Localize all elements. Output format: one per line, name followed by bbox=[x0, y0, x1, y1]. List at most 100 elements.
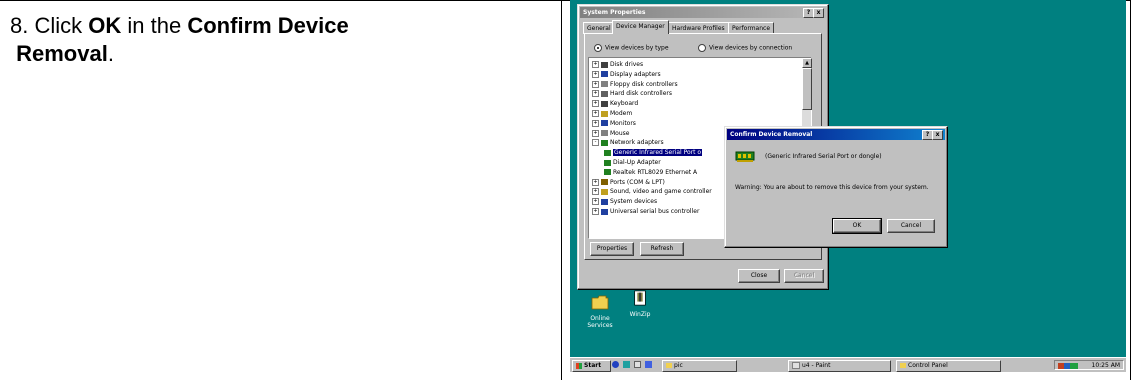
device-tree-item[interactable]: + Universal serial bus controller bbox=[592, 208, 699, 216]
expand-icon[interactable]: + bbox=[592, 61, 599, 68]
device-tree-label: Keyboard bbox=[610, 100, 639, 108]
instruction-dialog-term-1: Confirm Device bbox=[187, 13, 349, 38]
device-tree-item[interactable]: Realtek RTL8029 Ethernet A bbox=[604, 169, 697, 177]
network-card-icon bbox=[735, 151, 755, 162]
device-icon bbox=[601, 110, 608, 117]
cancel-button[interactable]: Cancel bbox=[784, 269, 824, 283]
device-tree-label: Display adapters bbox=[610, 70, 661, 78]
expand-icon[interactable]: + bbox=[592, 80, 599, 88]
device-tree-label: Sound, video and game controller bbox=[610, 188, 712, 196]
device-icon bbox=[601, 100, 608, 107]
desktop-icon-winzip[interactable]: WinZip bbox=[620, 290, 660, 318]
taskbar-task-paint[interactable]: u4 - Paint bbox=[788, 360, 891, 372]
device-tree-label: Disk drives bbox=[610, 61, 644, 68]
dialog-cancel-button[interactable]: Cancel bbox=[887, 219, 935, 233]
winzip-icon bbox=[634, 290, 646, 306]
device-tree-item[interactable]: + Modem bbox=[592, 110, 632, 118]
instruction-part2: in the bbox=[127, 13, 182, 38]
expand-icon[interactable]: + bbox=[592, 100, 599, 108]
start-label: Start bbox=[584, 362, 602, 369]
system-properties-title: System Properties bbox=[583, 9, 646, 16]
device-tree-label: Dial-Up Adapter bbox=[613, 159, 661, 166]
refresh-button[interactable]: Refresh bbox=[640, 242, 684, 256]
device-icon bbox=[601, 208, 608, 215]
screenshot-desktop: System Properties ? x General Device Man… bbox=[570, 0, 1126, 372]
winzip-label: WinZip bbox=[629, 311, 651, 318]
expand-icon[interactable]: + bbox=[592, 208, 599, 215]
device-icon bbox=[601, 130, 608, 137]
expand-icon[interactable]: + bbox=[592, 129, 599, 137]
device-tree-item[interactable]: + Hard disk controllers bbox=[592, 90, 672, 98]
start-button[interactable]: Start bbox=[572, 360, 611, 372]
device-tree-item[interactable]: + Ports (COM & LPT) bbox=[592, 178, 665, 187]
device-tree-item[interactable]: - Network adapters bbox=[592, 139, 664, 147]
device-tree-item[interactable]: + Disk drives bbox=[592, 61, 643, 69]
device-tree-item[interactable]: + Mouse bbox=[592, 129, 629, 138]
expand-icon[interactable]: + bbox=[592, 188, 599, 196]
taskbar: Start pic u4 - Paint Control Panel 10:25… bbox=[570, 357, 1126, 372]
quick-launch-icons bbox=[612, 361, 658, 369]
system-properties-titlebar: System Properties ? x bbox=[580, 7, 826, 18]
device-tree-item[interactable]: + Display adapters bbox=[592, 70, 661, 79]
radio-unselected-icon bbox=[698, 44, 706, 52]
instruction-text: 8. Click OK in the Confirm Device Remova… bbox=[10, 12, 530, 68]
explorer-icon[interactable] bbox=[623, 361, 630, 368]
device-tree-item[interactable]: + System devices bbox=[592, 198, 657, 206]
device-name-text: Generic Infrared Serial Port or dongle bbox=[767, 153, 880, 160]
device-tree-label: Network adapters bbox=[610, 139, 664, 147]
system-tray: 10:25 AM bbox=[1054, 360, 1124, 370]
close-icon[interactable]: x bbox=[813, 8, 824, 18]
close-icon[interactable]: x bbox=[932, 130, 943, 140]
device-tree-item[interactable]: + Keyboard bbox=[592, 100, 638, 108]
device-icon bbox=[601, 120, 608, 127]
document-table: 8. Click OK in the Confirm Device Remova… bbox=[0, 0, 1131, 380]
control-panel-icon bbox=[900, 363, 906, 368]
windows-logo-icon bbox=[576, 362, 582, 369]
device-tree-item[interactable]: Generic Infrared Serial Port o bbox=[604, 149, 703, 157]
ok-button[interactable]: OK bbox=[832, 218, 882, 234]
scroll-up-arrow-icon[interactable]: ▲ bbox=[802, 58, 812, 68]
device-tree-item[interactable]: + Sound, video and game controller bbox=[592, 188, 712, 196]
device-tree-item[interactable]: Dial-Up Adapter bbox=[604, 159, 661, 167]
step-number: 8. bbox=[10, 13, 29, 38]
view-by-connection-label: View devices by connection bbox=[709, 44, 793, 52]
tray-icons[interactable] bbox=[1058, 363, 1078, 369]
browser-icon[interactable] bbox=[612, 361, 619, 368]
taskbar-task-control-panel[interactable]: Control Panel bbox=[896, 360, 1001, 372]
taskbar-task-pic[interactable]: pic bbox=[662, 360, 737, 372]
expand-icon[interactable]: + bbox=[592, 178, 599, 186]
clock[interactable]: 10:25 AM bbox=[1092, 362, 1120, 369]
expand-icon[interactable]: + bbox=[592, 198, 599, 206]
device-icon bbox=[604, 169, 611, 176]
device-tree-label: Generic Infrared Serial Port o bbox=[613, 149, 703, 157]
desktop-icon-online-services[interactable]: Online Services bbox=[580, 294, 620, 329]
confirm-device-removal-dialog: Confirm Device Removal ? x (Generic Infr… bbox=[724, 126, 948, 248]
scroll-thumb[interactable] bbox=[802, 68, 812, 110]
collapse-icon[interactable]: - bbox=[592, 139, 599, 147]
tab-device-manager[interactable]: Device Manager bbox=[612, 20, 669, 34]
confirm-warning-text: Warning: You are about to remove this de… bbox=[735, 184, 929, 191]
device-tree-label: Modem bbox=[610, 110, 633, 117]
folder-small-icon bbox=[666, 363, 672, 368]
table-column-divider bbox=[561, 0, 562, 380]
close-button[interactable]: Close bbox=[738, 269, 780, 283]
device-icon bbox=[601, 61, 608, 68]
device-tree-label: Universal serial bus controller bbox=[610, 208, 700, 215]
instruction-dialog-term-2: Removal bbox=[16, 41, 108, 66]
expand-icon[interactable]: + bbox=[592, 119, 599, 127]
device-tree-item[interactable]: + Monitors bbox=[592, 119, 636, 128]
device-tree-label: Floppy disk controllers bbox=[610, 80, 678, 88]
expand-icon[interactable]: + bbox=[592, 110, 599, 117]
expand-icon[interactable]: + bbox=[592, 70, 599, 78]
device-tree-item[interactable]: + Floppy disk controllers bbox=[592, 80, 678, 89]
properties-button[interactable]: Properties bbox=[590, 242, 634, 256]
expand-icon[interactable]: + bbox=[592, 90, 599, 98]
device-tree-label: System devices bbox=[610, 198, 658, 206]
view-by-type-radio[interactable]: View devices by type bbox=[594, 44, 669, 52]
task-pic-label: pic bbox=[674, 362, 683, 369]
email-icon[interactable] bbox=[634, 361, 641, 368]
channels-icon[interactable] bbox=[645, 361, 652, 368]
instruction-part1: Click bbox=[34, 13, 83, 38]
view-by-connection-radio[interactable]: View devices by connection bbox=[698, 44, 792, 52]
device-icon bbox=[601, 90, 608, 97]
